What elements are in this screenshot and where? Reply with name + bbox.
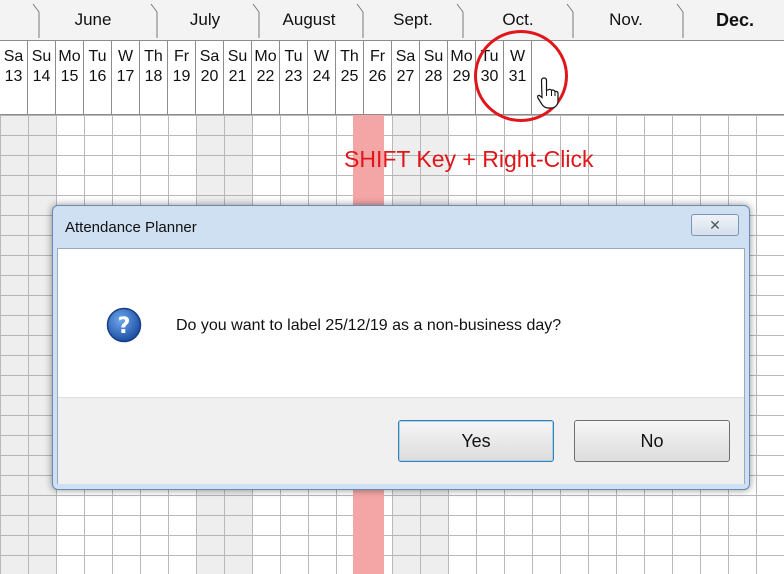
day-number-label: 24 bbox=[312, 68, 331, 85]
day-header-28[interactable]: Su 28 bbox=[420, 41, 448, 114]
day-number-label: 17 bbox=[116, 68, 135, 85]
day-header-26[interactable]: Fr 26 bbox=[364, 41, 392, 114]
month-label: Nov. bbox=[609, 10, 643, 29]
dialog-message: Do you want to label 25/12/19 as a non-b… bbox=[176, 317, 562, 334]
tab-separator-icon bbox=[356, 3, 364, 38]
day-number-label: 15 bbox=[60, 68, 79, 85]
tab-separator-icon bbox=[150, 3, 158, 38]
tab-separator-icon bbox=[566, 3, 574, 38]
month-tab-row: June July August Sept. Oct. Nov. Dec. bbox=[0, 0, 784, 41]
day-number-label: 16 bbox=[88, 68, 107, 85]
month-tab-sept[interactable]: Sept. bbox=[370, 0, 456, 40]
month-tab-july[interactable]: July bbox=[160, 0, 250, 40]
day-number-label: 13 bbox=[4, 68, 23, 85]
month-label: Sept. bbox=[393, 10, 433, 29]
tab-separator-icon bbox=[252, 3, 260, 38]
no-button[interactable]: No bbox=[574, 420, 730, 462]
day-of-week-label: Mo bbox=[450, 48, 473, 65]
dialog-button-area: Yes No bbox=[58, 397, 744, 484]
tab-separator-icon bbox=[456, 3, 464, 38]
month-label: August bbox=[282, 10, 336, 29]
day-header-20[interactable]: Sa 20 bbox=[196, 41, 224, 114]
dialog-body: ? Do you want to label 25/12/19 as a non… bbox=[57, 248, 745, 484]
day-number-label: 27 bbox=[396, 68, 415, 85]
day-header-22[interactable]: Mo 22 bbox=[252, 41, 280, 114]
day-of-week-label: Tu bbox=[88, 48, 107, 65]
tab-separator-icon bbox=[676, 3, 684, 38]
day-of-week-label: Su bbox=[227, 48, 248, 65]
day-number-label: 25 bbox=[340, 68, 359, 85]
month-tab-nov[interactable]: Nov. bbox=[578, 0, 674, 40]
dialog-title: Attendance Planner bbox=[65, 219, 197, 236]
day-of-week-label: Th bbox=[340, 48, 359, 65]
svg-text:?: ? bbox=[118, 314, 131, 339]
day-of-week-label: Sa bbox=[395, 48, 416, 65]
month-tab-august[interactable]: August bbox=[262, 0, 356, 40]
month-label: Dec. bbox=[715, 9, 755, 30]
day-of-week-label: Th bbox=[144, 48, 163, 65]
dialog-titlebar[interactable]: Attendance Planner ✕ bbox=[53, 206, 749, 248]
day-number-label: 22 bbox=[256, 68, 275, 85]
month-tab-dec[interactable]: Dec. bbox=[690, 0, 780, 40]
question-icon: ? bbox=[106, 307, 142, 343]
tab-separator-icon bbox=[32, 3, 40, 38]
day-of-week-label: Su bbox=[423, 48, 444, 65]
dialog-message-area: ? Do you want to label 25/12/19 as a non… bbox=[58, 249, 744, 397]
day-of-week-label: Mo bbox=[58, 48, 81, 65]
day-of-week-label: Su bbox=[31, 48, 52, 65]
day-number-label: 19 bbox=[172, 68, 191, 85]
day-number-label: 28 bbox=[424, 68, 443, 85]
close-icon: ✕ bbox=[709, 216, 721, 233]
month-label: June bbox=[74, 10, 112, 29]
weekend-column bbox=[1, 115, 28, 574]
day-number-label: 21 bbox=[228, 68, 247, 85]
close-button[interactable]: ✕ bbox=[691, 214, 739, 236]
day-header-19[interactable]: Fr 19 bbox=[168, 41, 196, 114]
day-header-29[interactable]: Mo 29 bbox=[448, 41, 476, 114]
day-header-14[interactable]: Su 14 bbox=[28, 41, 56, 114]
day-of-week-label: W bbox=[313, 48, 330, 65]
yes-button[interactable]: Yes bbox=[398, 420, 554, 462]
day-number-label: 20 bbox=[200, 68, 219, 85]
day-of-week-label: Sa bbox=[199, 48, 220, 65]
day-number-label: 29 bbox=[452, 68, 471, 85]
day-header-13[interactable]: Sa 13 bbox=[0, 41, 28, 114]
day-of-week-label: Tu bbox=[284, 48, 303, 65]
month-label: July bbox=[189, 10, 221, 29]
day-header-23[interactable]: Tu 23 bbox=[280, 41, 308, 114]
day-header-row: Sa 13 Su 14 Mo 15 Tu 16 W 17 Th 18 Fr 19 Sa 20 Su 21 Mo 22 T… bbox=[0, 41, 784, 115]
month-tab-june[interactable]: June bbox=[38, 0, 148, 40]
day-header-24[interactable]: W 24 bbox=[308, 41, 336, 114]
day-number-label: 23 bbox=[284, 68, 303, 85]
day-header-17[interactable]: W 17 bbox=[112, 41, 140, 114]
day-header-18[interactable]: Th 18 bbox=[140, 41, 168, 114]
day-header-25[interactable]: Th 25 bbox=[336, 41, 364, 114]
day-of-week-label: Sa bbox=[3, 48, 24, 65]
confirm-dialog: Attendance Planner ✕ ? Do you want to la… bbox=[52, 205, 750, 490]
day-number-label: 18 bbox=[144, 68, 163, 85]
day-header-21[interactable]: Su 21 bbox=[224, 41, 252, 114]
day-of-week-label: Mo bbox=[254, 48, 277, 65]
hand-cursor-icon bbox=[537, 77, 559, 109]
day-header-15[interactable]: Mo 15 bbox=[56, 41, 84, 114]
day-number-label: 26 bbox=[368, 68, 387, 85]
day-of-week-label: W bbox=[117, 48, 134, 65]
day-header-27[interactable]: Sa 27 bbox=[392, 41, 420, 114]
day-of-week-label: Fr bbox=[173, 48, 190, 65]
day-number-label: 14 bbox=[32, 68, 51, 85]
day-header-16[interactable]: Tu 16 bbox=[84, 41, 112, 114]
month-label: Oct. bbox=[502, 10, 534, 29]
day-of-week-label: Fr bbox=[369, 48, 386, 65]
instruction-annotation: SHIFT Key + Right-Click bbox=[344, 146, 594, 172]
